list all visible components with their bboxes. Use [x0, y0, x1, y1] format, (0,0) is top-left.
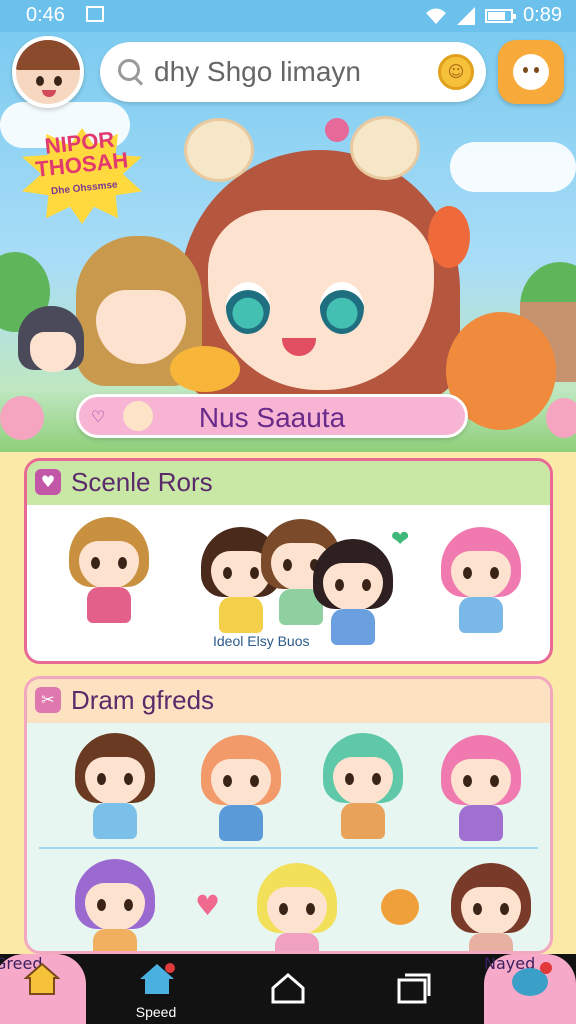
character-thumbnail[interactable]: [447, 863, 535, 951]
character-thumbnail[interactable]: [71, 733, 159, 843]
card-title: Dram gfreds: [71, 685, 215, 715]
dark-hair-character-face: [30, 332, 76, 372]
dream-friends-card[interactable]: ✂ Dram gfreds ♥: [24, 676, 553, 954]
home-icon[interactable]: [270, 972, 306, 1004]
smiley-icon: [513, 54, 549, 90]
character-thumbnail[interactable]: [253, 863, 341, 951]
recent-apps-icon[interactable]: [396, 972, 432, 1004]
hair-bow: [325, 118, 349, 142]
card-title: Scenle Rors: [71, 467, 213, 497]
hair-bun: [350, 116, 420, 180]
search-icon: [118, 59, 144, 85]
nav-speed[interactable]: Speed: [116, 954, 196, 1024]
wifi-icon: [426, 8, 447, 24]
character-thumbnail[interactable]: [319, 733, 407, 843]
search-bar[interactable]: ☺: [100, 42, 486, 102]
eye: [320, 282, 364, 334]
group-caption: Ideol Elsy Buos: [213, 633, 310, 649]
home-store-icon: [24, 962, 60, 995]
character-thumbnail[interactable]: [65, 517, 153, 627]
battery-icon: [485, 8, 517, 23]
promo-text: NIPOR THOSAH Dhe Ohssmse: [19, 126, 145, 206]
status-time-right: 0:89: [523, 4, 562, 26]
status-time: 0:46: [26, 4, 65, 26]
status-right: 0:89: [425, 4, 562, 27]
house-icon: [140, 963, 175, 994]
status-bar: 0:46 0:89: [0, 0, 576, 32]
hair-bun: [184, 118, 254, 182]
character-thumbnail[interactable]: [309, 539, 397, 649]
emoji-menu-button[interactable]: [498, 40, 564, 104]
card-header: ✂ Dram gfreds: [27, 679, 550, 723]
section-title-banner[interactable]: ♡ Nus Saauta: [76, 394, 468, 438]
character-thumbnail[interactable]: [437, 735, 525, 845]
chat-bubble-icon: ❤: [391, 527, 410, 552]
nav-greed[interactable]: Greed: [0, 954, 86, 1024]
yellow-pet: [170, 346, 240, 392]
bottom-nav: Greed Speed Nayed: [0, 954, 576, 1024]
flower: [546, 398, 576, 438]
ribbon-badge-icon: ✂: [35, 687, 61, 713]
cloud: [450, 142, 576, 192]
search-input[interactable]: [152, 55, 426, 89]
heart-icon: ♥: [195, 889, 221, 922]
card-header: ♥ Scenle Rors: [27, 461, 550, 505]
banner-title: Nus Saauta: [198, 402, 346, 433]
coin-icon[interactable]: ☺: [438, 54, 474, 90]
character-thumbnail[interactable]: [437, 527, 525, 637]
user-avatar[interactable]: [12, 36, 84, 108]
character-thumbnail[interactable]: [197, 735, 285, 845]
notification-icon: [86, 6, 104, 22]
eye: [226, 282, 270, 334]
character-thumbnail[interactable]: [71, 859, 159, 951]
friends-card[interactable]: ♥ Scenle Rors Ideol Elsy Buos ❤: [24, 458, 553, 664]
nav-label: Speed: [135, 1004, 177, 1020]
row-divider: [39, 847, 538, 849]
orange-pet-icon: [381, 889, 419, 925]
nav-nayed[interactable]: Nayed: [484, 954, 576, 1024]
heart-badge-icon: ♥: [35, 469, 61, 495]
flower: [0, 396, 44, 440]
signal-icon: [457, 6, 476, 25]
mascot-icon: [512, 962, 552, 996]
orange-tail: [428, 206, 470, 268]
